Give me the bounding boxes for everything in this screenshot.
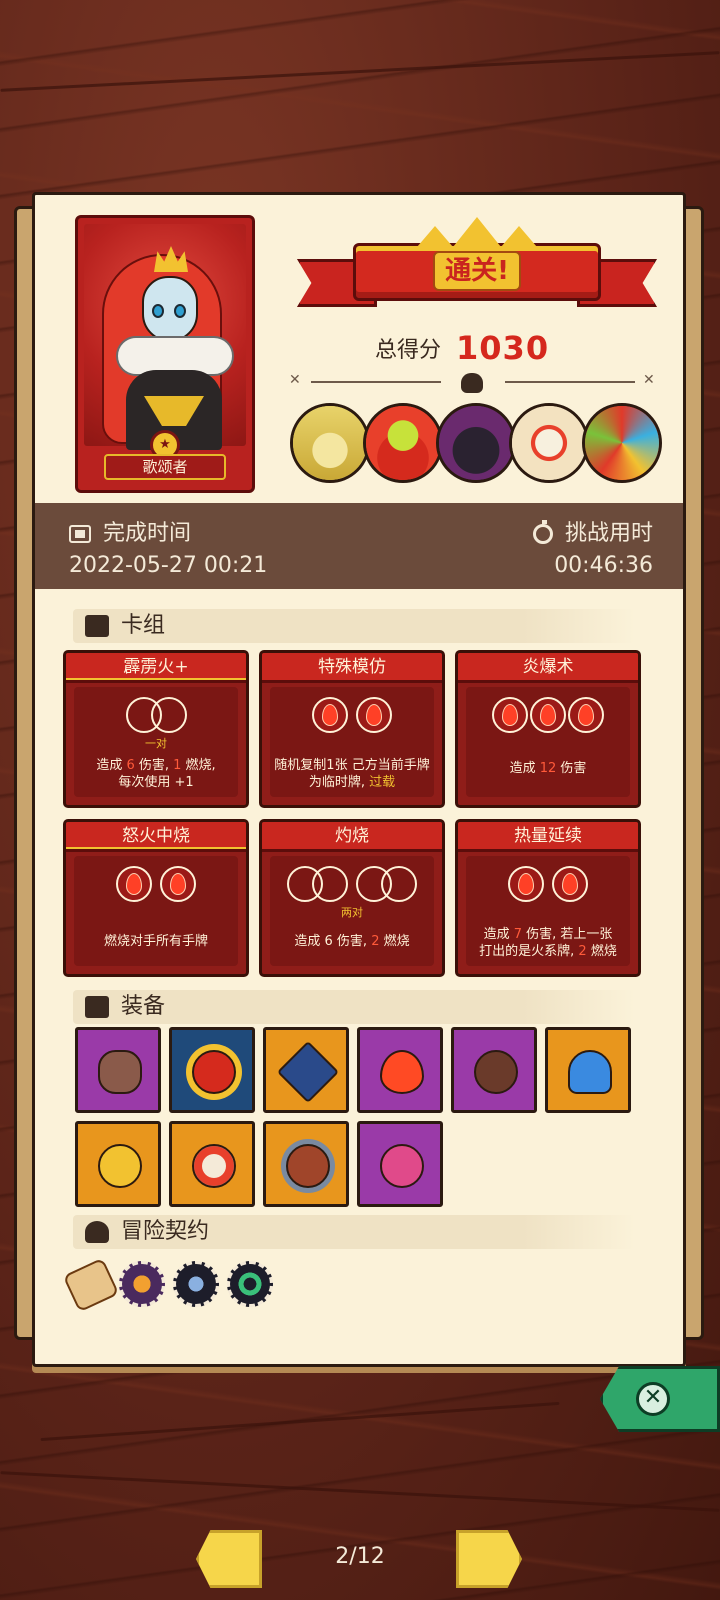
card-title: 特殊模仿 xyxy=(262,653,442,683)
card-description: 造成 12 伤害 xyxy=(509,761,587,776)
crossed-swords-icon: ✕ xyxy=(289,372,301,388)
pair-label: 一对 xyxy=(145,737,167,750)
card-description: 随机复制1张 己方当前手牌 为临时牌, 过载 xyxy=(274,758,430,790)
card-title: 炎爆术 xyxy=(458,653,638,683)
close-icon[interactable]: ✕ xyxy=(636,1382,670,1416)
challenge-time-label: 挑战用时 xyxy=(532,515,653,547)
equip-blue-mushroom[interactable] xyxy=(545,1027,631,1113)
deck-section-header: 卡组 xyxy=(73,609,635,643)
box-icon xyxy=(85,996,109,1018)
hero-card[interactable]: ★ 歌颂者 xyxy=(75,215,255,493)
card-special-imitation[interactable]: 特殊模仿 随机复制1张 己方当前手牌 为临时牌, 过载 xyxy=(259,650,445,808)
equip-rock-relic[interactable] xyxy=(75,1027,161,1113)
score-value: 1030 xyxy=(456,329,550,367)
card-pyroblast[interactable]: 炎爆术 造成 12 伤害 xyxy=(455,650,641,808)
equip-flame-charm[interactable] xyxy=(357,1027,443,1113)
equip-rune-ring[interactable] xyxy=(169,1027,255,1113)
skull-icon xyxy=(461,373,483,393)
pair-label: 两对 xyxy=(341,906,363,919)
finish-time-value: 2022-05-27 00:21 xyxy=(69,553,268,578)
card-title: 霹雳火+ xyxy=(66,653,246,683)
card-description: 燃烧对手所有手牌 xyxy=(103,934,208,949)
equip-hexagram-emblem[interactable] xyxy=(263,1027,349,1113)
score-label: 总得分 xyxy=(375,338,442,363)
equipment-section-header: 装备 xyxy=(73,990,635,1024)
contract-tag[interactable] xyxy=(173,1261,219,1307)
divider-line xyxy=(505,381,635,383)
card-title: 怒火中烧 xyxy=(66,822,246,852)
time-info-band: 完成时间 2022-05-27 00:21 挑战用时 00:46:36 xyxy=(35,503,683,589)
card-pilihuo[interactable]: 霹雳火+ 一对 造成 6 伤害, 1 燃烧, 每次使用 +1 xyxy=(63,650,249,808)
contracts-section-header: 冒险契约 xyxy=(73,1215,635,1249)
equip-spotted-shell[interactable] xyxy=(357,1121,443,1207)
page-indicator: 2/12 xyxy=(335,1544,385,1569)
cards-icon xyxy=(85,615,109,637)
crossed-swords-icon: ✕ xyxy=(643,372,655,388)
calendar-icon xyxy=(69,525,91,543)
contract-campfire[interactable] xyxy=(119,1261,165,1307)
finish-time-label: 完成时间 xyxy=(69,515,191,547)
equip-donut-ring[interactable] xyxy=(169,1121,255,1207)
hero-portrait xyxy=(84,224,246,450)
victory-ribbon: 通关! xyxy=(297,217,657,327)
victory-banner-text: 通关! xyxy=(433,251,521,291)
boss-straw-hat[interactable] xyxy=(290,403,370,483)
card-description: 造成 6 伤害, 1 燃烧, 每次使用 +1 xyxy=(96,758,216,790)
boss-red-demon[interactable] xyxy=(363,403,443,483)
hero-name: 歌颂者 xyxy=(104,454,226,480)
contract-ring[interactable] xyxy=(227,1261,273,1307)
equip-fire-bowl[interactable] xyxy=(263,1121,349,1207)
boss-tribal-mask[interactable] xyxy=(509,403,589,483)
card-heat-extension[interactable]: 热量延续 造成 7 伤害, 若上一张 打出的是火系牌, 2 燃烧 xyxy=(455,819,641,977)
equip-coin-pouch[interactable] xyxy=(75,1121,161,1207)
card-description: 造成 6 伤害, 2 燃烧 xyxy=(294,934,410,949)
crown-icon xyxy=(154,246,188,272)
boss-shadow-beast[interactable] xyxy=(436,403,516,483)
divider-line xyxy=(311,381,441,383)
scroll-icon[interactable] xyxy=(62,1257,120,1313)
card-title: 热量延续 xyxy=(458,822,638,852)
result-panel: ★ 歌颂者 通关! 总得分 1030 ✕ ✕ 完成时间 2022-05-27 0… xyxy=(32,192,686,1367)
card-description: 造成 7 伤害, 若上一张 打出的是火系牌, 2 燃烧 xyxy=(479,927,617,959)
card-rage[interactable]: 怒火中烧 燃烧对手所有手牌 xyxy=(63,819,249,977)
challenge-time-value: 00:46:36 xyxy=(554,553,653,578)
card-scorch[interactable]: 灼烧 两对 造成 6 伤害, 2 燃烧 xyxy=(259,819,445,977)
total-score: 总得分 1030 xyxy=(375,329,549,367)
stopwatch-icon xyxy=(532,520,553,544)
boss-colorful-egg[interactable] xyxy=(582,403,662,483)
card-title: 灼烧 xyxy=(262,822,442,852)
person-icon xyxy=(85,1221,109,1243)
equip-button-coin[interactable] xyxy=(451,1027,537,1113)
